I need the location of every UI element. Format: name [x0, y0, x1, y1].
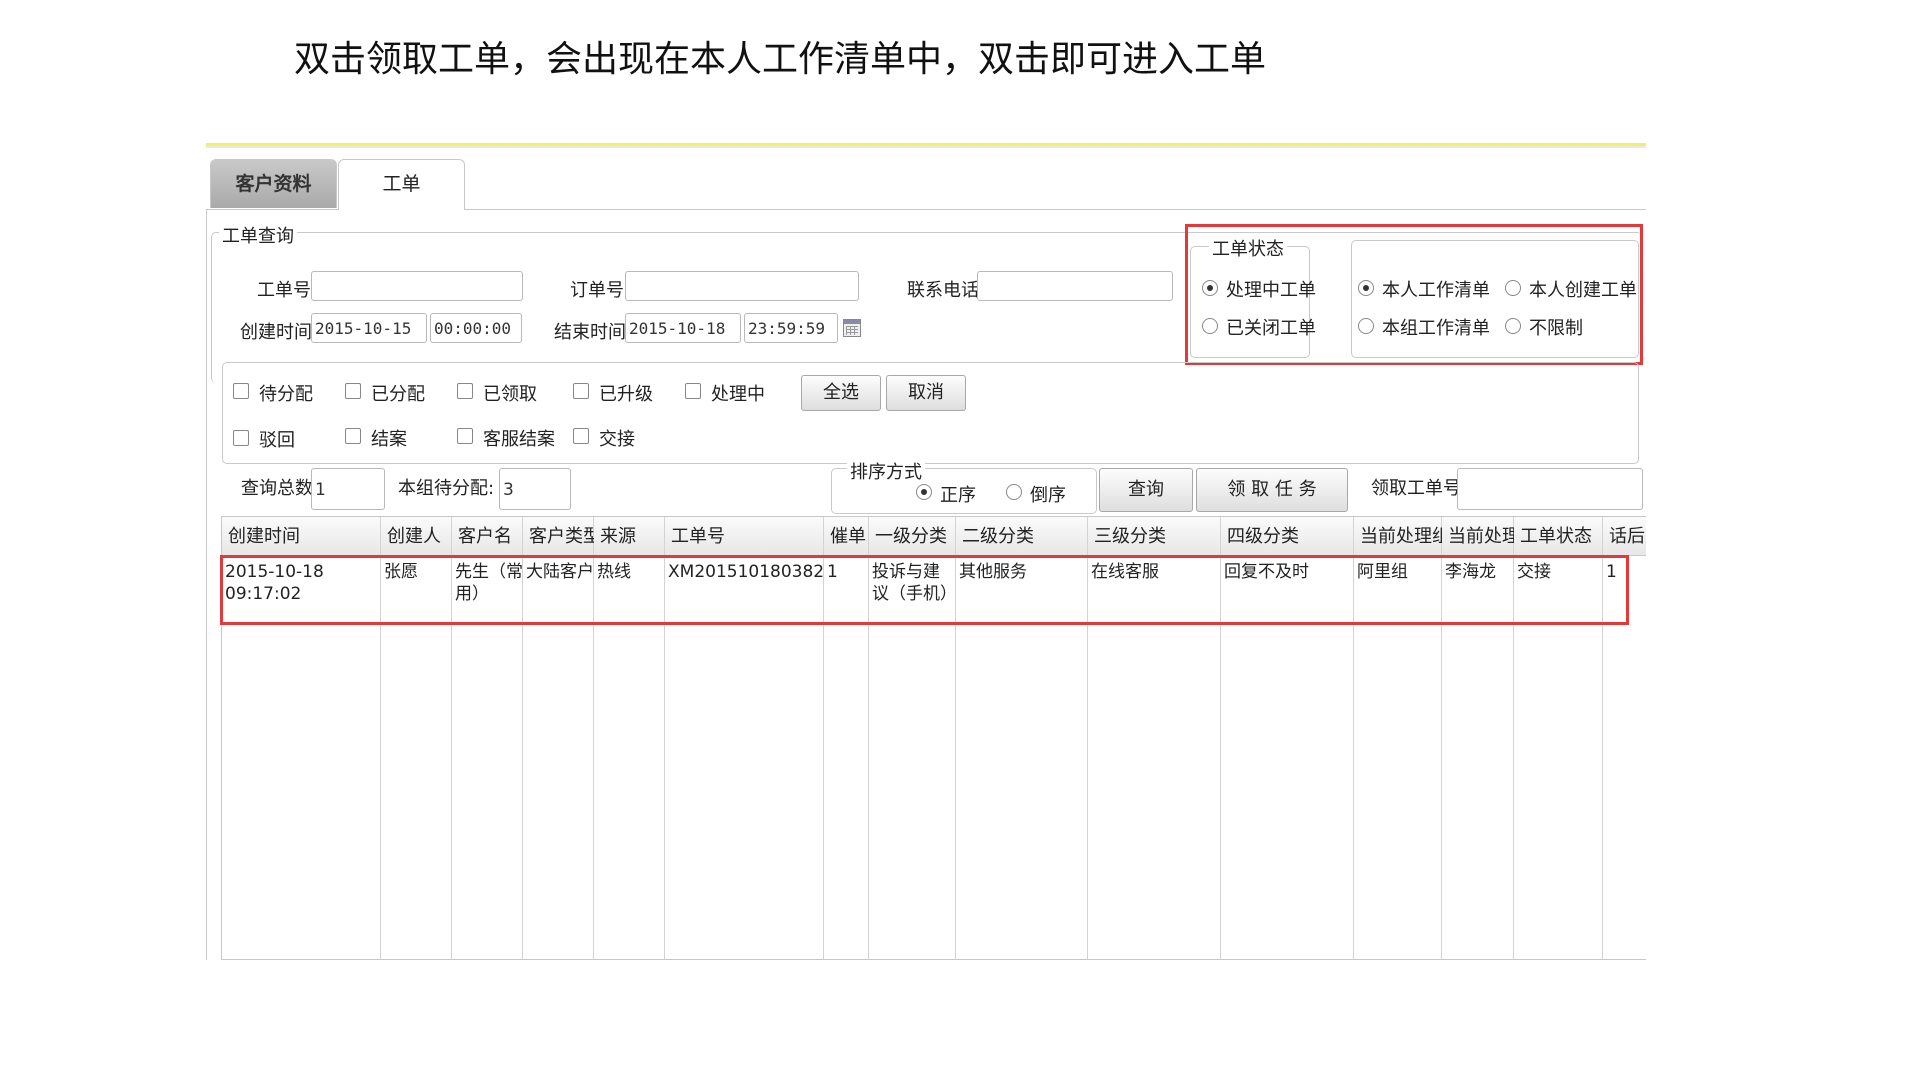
tab-customer-info[interactable]: 客户资料 [210, 159, 337, 208]
col-header-category-2[interactable]: 二级分类 [956, 517, 1088, 555]
filter-label-1: 待分配 [259, 384, 313, 405]
calendar-icon[interactable] [843, 319, 861, 337]
end-time-label: 结束时间 [554, 322, 626, 343]
checkbox-processing[interactable] [685, 383, 701, 399]
sort-legend: 排序方式 [847, 458, 925, 484]
query-button[interactable]: 查询 [1099, 468, 1193, 512]
ticket-no-label: 工单号 [257, 280, 311, 301]
group-pending-input[interactable]: 3 [499, 468, 571, 510]
radio-sort-desc-label: 倒序 [1030, 485, 1066, 506]
claim-no-input[interactable] [1457, 468, 1643, 510]
checkbox-rejected[interactable] [233, 430, 249, 446]
create-time-input[interactable]: 00:00:00 [430, 313, 522, 343]
col-header-category-1[interactable]: 一级分类 [869, 517, 956, 555]
end-time-input[interactable]: 23:59:59 [744, 313, 838, 343]
filter-label-3: 已领取 [483, 384, 537, 405]
row-highlight-box [220, 555, 1629, 625]
tab-ticket[interactable]: 工单 [338, 159, 465, 210]
ticket-no-input[interactable] [311, 271, 523, 301]
phone-input[interactable] [977, 271, 1173, 301]
group-pending-label: 本组待分配: [398, 478, 495, 499]
order-no-input[interactable] [625, 271, 859, 301]
col-header-creator[interactable]: 创建人 [381, 517, 452, 555]
filter-label-7: 结案 [371, 429, 407, 450]
filter-label-4: 已升级 [599, 384, 653, 405]
col-header-category-4[interactable]: 四级分类 [1221, 517, 1354, 555]
total-input[interactable]: 1 [311, 468, 385, 510]
checkbox-claimed[interactable] [457, 383, 473, 399]
checkbox-assigned[interactable] [345, 383, 361, 399]
checkbox-handover[interactable] [573, 428, 589, 444]
instruction-caption: 双击领取工单，会出现在本人工作清单中，双击即可进入工单 [294, 39, 1267, 80]
checkbox-closed-case[interactable] [345, 428, 361, 444]
col-header-source[interactable]: 来源 [594, 517, 665, 555]
col-header-ticket-no[interactable]: 工单号 [665, 517, 824, 555]
col-header-ticket-status[interactable]: 工单状态 [1514, 517, 1603, 555]
header-divider [206, 146, 1646, 148]
radio-sort-asc-label: 正序 [940, 485, 976, 506]
checkbox-escalated[interactable] [573, 383, 589, 399]
create-date-input[interactable]: 2015-10-15 [311, 313, 427, 343]
col-header-current-group[interactable]: 当前处理组 [1354, 517, 1442, 555]
checkbox-cs-closed[interactable] [457, 428, 473, 444]
end-date-input[interactable]: 2015-10-18 [625, 313, 741, 343]
col-header-create-time[interactable]: 创建时间 [222, 517, 381, 555]
radio-sort-desc[interactable] [1006, 484, 1022, 500]
claim-task-button[interactable]: 领 取 任 务 [1196, 468, 1348, 512]
col-header-category-3[interactable]: 三级分类 [1088, 517, 1221, 555]
ticket-query-legend: 工单查询 [219, 222, 297, 248]
phone-label: 联系电话 [907, 280, 979, 301]
claim-no-label: 领取工单号 [1371, 478, 1461, 499]
create-time-label: 创建时间 [240, 322, 312, 343]
filter-label-8: 客服结案 [483, 429, 555, 450]
filter-label-5: 处理中 [711, 384, 765, 405]
filter-label-9: 交接 [599, 429, 635, 450]
status-highlight-box [1185, 224, 1643, 365]
col-header-customer-type[interactable]: 客户类型 [523, 517, 594, 555]
col-header-reminder[interactable]: 催单 [824, 517, 869, 555]
select-all-button[interactable]: 全选 [801, 375, 881, 411]
checkbox-pending-assign[interactable] [233, 383, 249, 399]
col-header-customer-name[interactable]: 客户名 [452, 517, 523, 555]
col-header-after-call[interactable]: 话后 [1603, 517, 1646, 555]
filter-label-6: 驳回 [259, 430, 295, 451]
total-label: 查询总数 [241, 478, 313, 499]
cancel-button[interactable]: 取消 [886, 375, 966, 411]
tab-bar: 客户资料 工单 [206, 159, 1646, 210]
radio-sort-asc[interactable] [916, 484, 932, 500]
order-no-label: 订单号 [570, 280, 624, 301]
col-header-current-handler[interactable]: 当前处理人 [1442, 517, 1514, 555]
filter-label-2: 已分配 [371, 384, 425, 405]
